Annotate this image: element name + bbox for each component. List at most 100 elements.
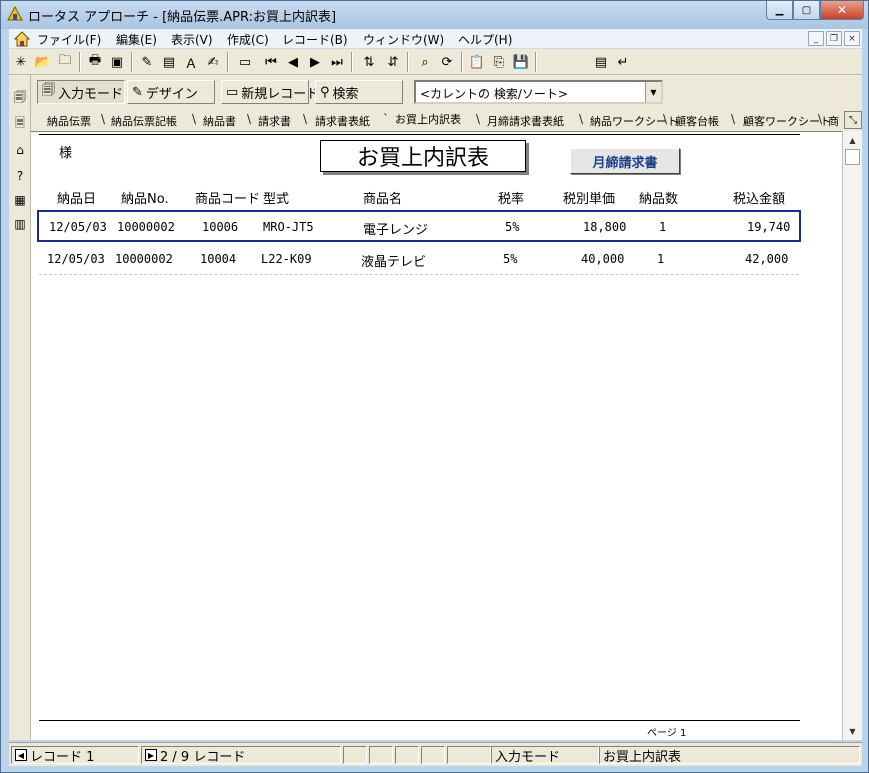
print-preview-icon[interactable]: ▣ (107, 52, 127, 72)
database-icon[interactable]: ▦ (11, 191, 29, 209)
cell-quantity[interactable]: 1 (659, 220, 666, 234)
table-row[interactable]: 12/05/03 10000002 10006 MRO-JT5 電子レンジ 5%… (37, 210, 801, 242)
record-nav-icon[interactable]: ◀ (15, 749, 27, 761)
tab-more[interactable]: 商 (828, 113, 839, 129)
status-view[interactable]: お買上内訳表 (599, 746, 860, 765)
vertical-scrollbar[interactable]: ▲ ▼ (842, 131, 862, 740)
menu-view[interactable]: 表示(V) (171, 31, 213, 48)
monthly-invoice-button[interactable]: 月締請求書 (570, 148, 680, 174)
cell-product-code[interactable]: 10004 (200, 252, 236, 266)
maximize-button[interactable]: ▢ (793, 1, 820, 20)
cell-delivery-no[interactable]: 10000002 (115, 252, 173, 266)
field-tool-icon[interactable]: ✍ (203, 52, 223, 72)
open-file-icon[interactable]: 📂 (33, 52, 53, 72)
tab-kokyaku-daicho[interactable]: 顧客台帳 (675, 113, 719, 129)
form-view-icon[interactable]: 🗐 (11, 89, 29, 107)
mdi-minimize-button[interactable]: _ (808, 31, 824, 46)
cell-product-name[interactable]: 液晶テレビ (361, 251, 426, 270)
pencil-icon[interactable]: ✎ (137, 52, 157, 72)
cell-tax-rate[interactable]: 5% (505, 220, 519, 234)
refresh-icon[interactable]: ⟳ (437, 52, 457, 72)
design-button[interactable]: ✎ デザイン (127, 80, 215, 104)
tab-nouhin-denpyo[interactable]: 納品伝票 (47, 113, 91, 129)
tab-okaiage-uchiwake[interactable]: お買上内訳表 (395, 111, 461, 127)
enter-icon[interactable]: ↵ (613, 52, 633, 72)
tab-nouhinsho[interactable]: 納品書 (203, 113, 236, 129)
resize-corner-icon[interactable]: ⤡ (844, 111, 862, 129)
cell-total[interactable]: 19,740 (747, 220, 790, 234)
menu-help[interactable]: ヘルプ(H) (458, 31, 512, 48)
toolbar-separator (131, 52, 133, 72)
page-number: ページ 1 (647, 728, 687, 739)
tab-nouhin-denpyo-kicho[interactable]: 納品伝票記帳 (111, 113, 177, 129)
tab-seikyusho[interactable]: 請求書 (258, 113, 291, 129)
cell-date[interactable]: 12/05/03 (47, 252, 105, 266)
menu-edit[interactable]: 編集(E) (116, 31, 157, 48)
status-record-nav[interactable]: ◀ レコード 1 (11, 746, 139, 765)
paste-icon[interactable]: ⎘ (489, 52, 509, 72)
sort-descending-icon[interactable]: ⇵ (383, 52, 403, 72)
cell-quantity[interactable]: 1 (657, 252, 664, 266)
cell-product-code[interactable]: 10006 (202, 220, 238, 234)
tab-seikyusho-hyoshi[interactable]: 請求書表紙 (315, 113, 370, 129)
table-row[interactable]: 12/05/03 10000002 10004 L22-K09 液晶テレビ 5%… (37, 244, 801, 276)
find-sort-combo[interactable]: <カレントの 検索/ソート> ▼ (414, 80, 663, 104)
document-system-icon[interactable] (14, 31, 30, 47)
cell-delivery-no[interactable]: 10000002 (117, 220, 175, 234)
goto-record-icon[interactable]: ▶ (145, 749, 157, 761)
chevron-down-icon[interactable]: ▼ (645, 82, 661, 102)
first-record-icon[interactable]: ⏮ (261, 52, 281, 72)
cell-model[interactable]: MRO-JT5 (263, 220, 314, 234)
tab-divider: \ (818, 112, 823, 126)
status-mode-text: 入力モード (495, 749, 561, 765)
input-mode-button[interactable]: 🗐 入力モード (37, 80, 125, 104)
menu-create[interactable]: 作成(C) (227, 31, 269, 48)
tab-tsukijime-hyoshi[interactable]: 月締請求書表紙 (487, 113, 564, 129)
new-record-button[interactable]: ▭ 新規レコード (221, 80, 319, 104)
help-icon[interactable]: ? (11, 167, 29, 185)
status-record-label: レコード 1 (30, 749, 95, 765)
design-label: デザイン (145, 86, 198, 102)
new-file-icon[interactable]: ✳ (11, 52, 31, 72)
print-icon[interactable]: 🖶 (85, 52, 105, 72)
scroll-thumb[interactable] (845, 149, 860, 165)
cell-total[interactable]: 42,000 (745, 252, 788, 266)
clipboard-icon[interactable]: 📋 (467, 52, 487, 72)
minimize-button[interactable]: ▁ (766, 1, 793, 20)
cell-unit-price[interactable]: 18,800 (583, 220, 626, 234)
cell-tax-rate[interactable]: 5% (503, 252, 517, 266)
search-button[interactable]: ⚲ 検索 (315, 80, 403, 104)
toolbar-separator (351, 52, 353, 72)
status-record-count[interactable]: ▶ 2 / 9 レコード (141, 746, 341, 765)
cell-date[interactable]: 12/05/03 (49, 220, 107, 234)
chart-icon[interactable]: ▥ (11, 215, 29, 233)
text-tool-icon[interactable]: Ａ (181, 52, 201, 72)
disk-icon[interactable]: 💾 (511, 52, 531, 72)
worksheet-view-icon[interactable]: 🗏 (11, 115, 29, 133)
toolbar-separator (79, 52, 81, 72)
find-icon[interactable]: ⌕ (415, 52, 435, 72)
scroll-down-icon[interactable]: ▼ (845, 724, 860, 738)
cell-unit-price[interactable]: 40,000 (581, 252, 624, 266)
close-button[interactable]: ✕ (820, 1, 864, 20)
scroll-up-icon[interactable]: ▲ (845, 133, 860, 147)
spellcheck-icon[interactable]: ▤ (591, 52, 611, 72)
tab-divider: \ (663, 112, 668, 126)
ruler-icon[interactable]: ▤ (159, 52, 179, 72)
cell-product-name[interactable]: 電子レンジ (363, 219, 428, 238)
next-record-icon[interactable]: ▶ (305, 52, 325, 72)
form-field-icon[interactable]: ▭ (235, 52, 255, 72)
status-mode[interactable]: 入力モード (491, 746, 599, 765)
menu-window[interactable]: ウィンドウ(W) (363, 31, 444, 48)
folder-icon[interactable]: 🗀 (55, 52, 75, 72)
last-record-icon[interactable]: ⏭ (327, 52, 347, 72)
home-icon[interactable]: ⌂ (11, 141, 29, 159)
cell-model[interactable]: L22-K09 (261, 252, 312, 266)
menu-record[interactable]: レコード(B) (282, 31, 348, 48)
mdi-restore-button[interactable]: ❐ (826, 31, 842, 46)
col-header-unit-price: 税別単価 (563, 192, 616, 207)
menu-file[interactable]: ファイル(F) (37, 31, 101, 48)
previous-record-icon[interactable]: ◀ (283, 52, 303, 72)
sort-ascending-icon[interactable]: ⇅ (359, 52, 379, 72)
mdi-close-button[interactable]: × (844, 31, 860, 46)
